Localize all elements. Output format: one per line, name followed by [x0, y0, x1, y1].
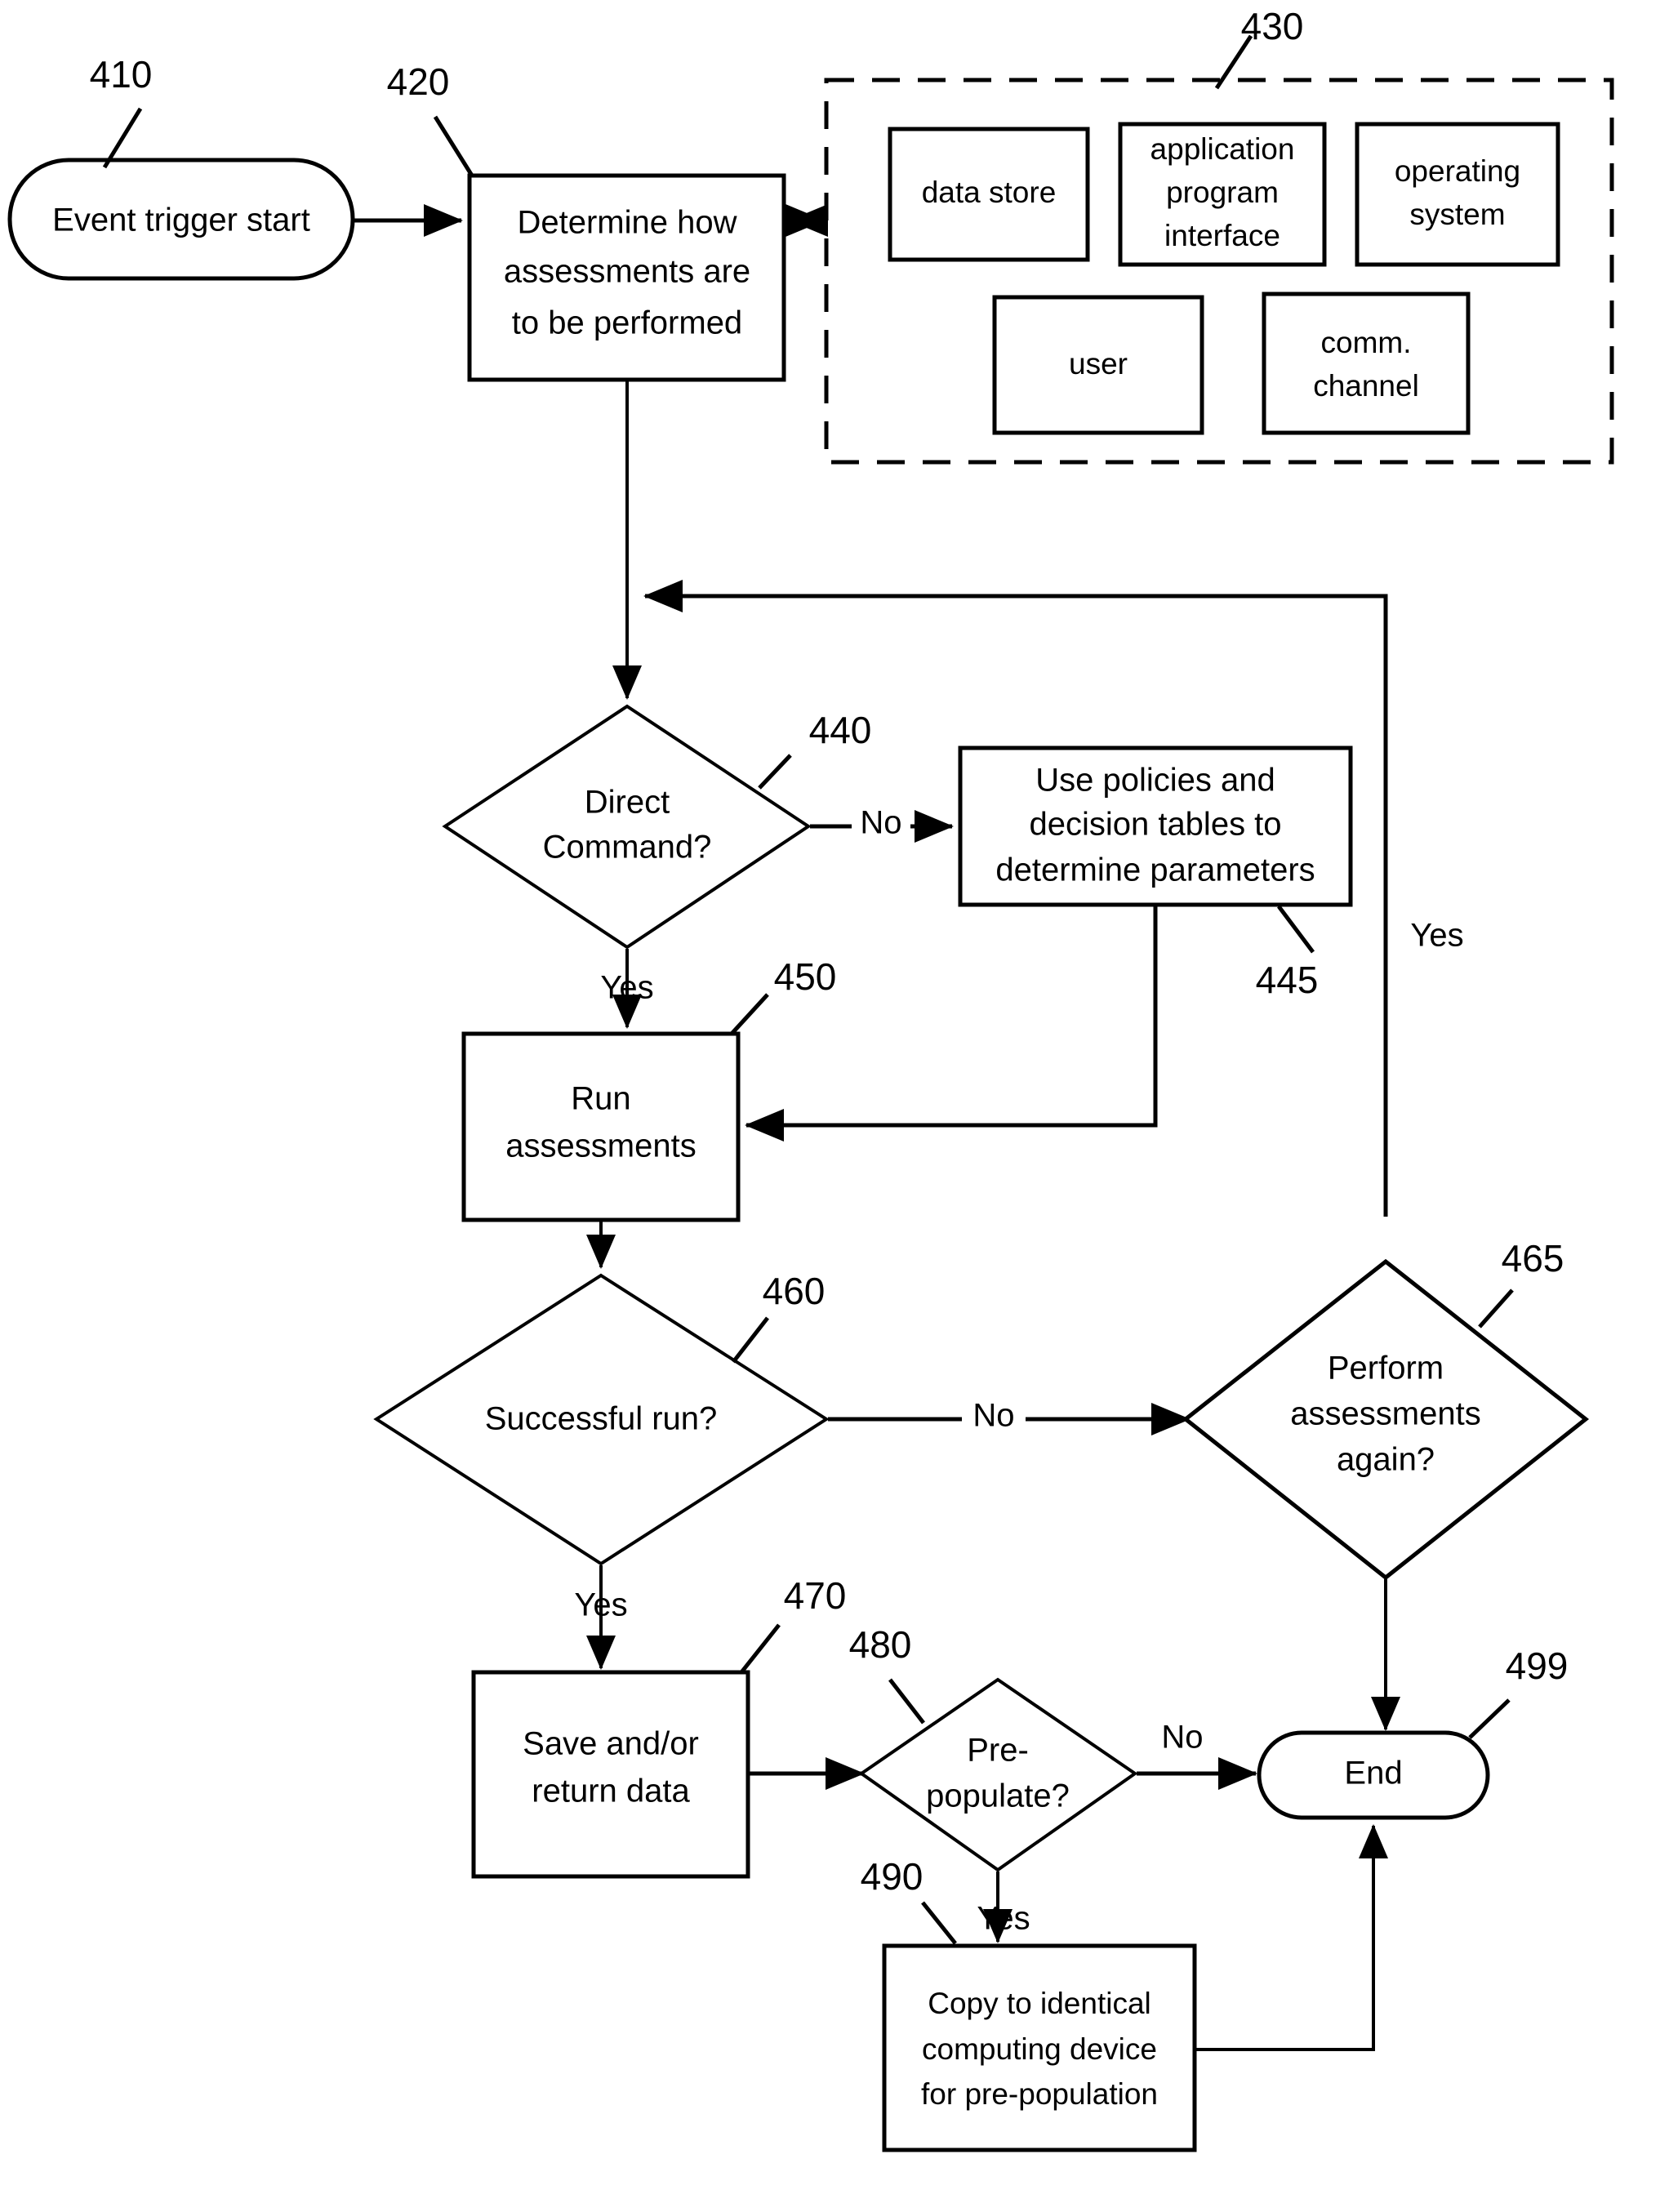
edge-pre-populate-yes: Yes [977, 1872, 1030, 1943]
ref-480-leader: 480 [849, 1623, 925, 1725]
edge-use-policies-to-run-assessments [744, 906, 1158, 1142]
perform-again-label-line1: Perform [1328, 1351, 1444, 1386]
comm-channel-label-line1: comm. [1321, 326, 1412, 359]
context-group-container: 430 data store application program inter… [824, 5, 1614, 465]
ref-420-leader: 420 [387, 60, 474, 177]
direct-command-yes-label: Yes [600, 970, 653, 1006]
edge-pre-populate-no: No [1137, 1720, 1258, 1790]
node-save-return-data[interactable]: Save and/or return data [471, 1670, 750, 1879]
node-perform-assessments-again[interactable]: Perform assessments again? [1182, 1258, 1590, 1581]
ref-460-label: 460 [763, 1270, 826, 1312]
successful-run-yes-label: Yes [574, 1587, 627, 1623]
comm-channel-label-line2: channel [1313, 369, 1419, 403]
ref-410-leader: 410 [90, 53, 153, 169]
operating-system-label-line1: operating [1395, 154, 1520, 188]
node-copy-identical-device[interactable]: Copy to identical computing device for p… [882, 1943, 1197, 2152]
perform-again-yes-label: Yes [1410, 918, 1463, 954]
save-return-label-line2: return data [532, 1774, 690, 1809]
direct-command-no-label-top: No [860, 805, 901, 841]
run-assessments-label-line1: Run [571, 1081, 630, 1117]
ref-440-leader: 440 [758, 709, 872, 790]
copy-device-label-line1: Copy to identical [928, 1987, 1151, 2020]
ref-499-label: 499 [1506, 1645, 1569, 1687]
successful-run-label: Successful run? [485, 1401, 718, 1437]
end-label: End [1344, 1756, 1402, 1791]
comm-channel-box [1262, 292, 1471, 435]
ref-470-label: 470 [784, 1574, 847, 1617]
operating-system-label-line2: system [1409, 198, 1505, 231]
run-assessments-rect-shape [461, 1031, 741, 1222]
context-item-user[interactable]: user [992, 295, 1204, 435]
node-use-policies[interactable]: Use policies and decision tables to dete… [958, 745, 1353, 907]
pre-populate-yes-label: Yes [977, 1901, 1030, 1937]
edge-successful-run-yes: Yes [574, 1565, 628, 1670]
edge-direct-command-no: No No [810, 805, 955, 844]
use-policies-label-line1: Use policies and [1035, 763, 1275, 799]
ref-465-leader: 465 [1478, 1237, 1564, 1329]
start-label: Event trigger start [52, 203, 310, 238]
context-item-data-store[interactable]: data store [888, 127, 1090, 262]
edge-successful-run-no: No [828, 1398, 1191, 1440]
ref-445-label: 445 [1256, 959, 1319, 1001]
context-item-comm-channel[interactable]: comm. channel [1262, 292, 1471, 435]
api-label-line1: application [1150, 132, 1295, 166]
flowchart-svg: Event trigger start 410 Determine how as… [7, 5, 1614, 2152]
copy-device-label-line2: computing device [922, 2032, 1157, 2066]
data-store-label: data store [922, 176, 1057, 209]
node-pre-populate[interactable]: Pre- populate? [858, 1677, 1138, 1872]
use-policies-label-line3: determine parameters [995, 852, 1315, 888]
run-assessments-label-line2: assessments [505, 1128, 696, 1164]
node-run-assessments[interactable]: Run assessments [461, 1031, 741, 1222]
direct-command-label-line1: Direct [585, 785, 670, 821]
pre-populate-label-line2: populate? [926, 1778, 1070, 1814]
successful-run-no-label: No [972, 1398, 1014, 1434]
pre-populate-diamond-shape [858, 1677, 1138, 1872]
ref-430-label: 430 [1241, 5, 1304, 47]
perform-again-label-line2: assessments [1290, 1396, 1480, 1432]
determine-label-line2: assessments are [504, 254, 750, 290]
api-label-line3: interface [1164, 219, 1280, 252]
node-determine-assessments[interactable]: Determine how assessments are to be perf… [467, 173, 786, 382]
context-item-operating-system[interactable]: operating system [1355, 122, 1560, 267]
node-end[interactable]: End [1257, 1730, 1490, 1820]
direct-command-label-line2: Command? [543, 830, 712, 866]
ref-410-label: 410 [90, 53, 153, 96]
node-event-trigger-start[interactable]: Event trigger start [7, 158, 355, 281]
ref-499-leader: 499 [1468, 1645, 1569, 1739]
edge-copy-device-to-end [1196, 1824, 1388, 2051]
figure-canvas: Event trigger start 410 Determine how as… [0, 0, 1669, 2212]
ref-470-leader: 470 [740, 1574, 847, 1674]
ref-450-label: 450 [774, 955, 837, 998]
direct-command-diamond-shape [442, 704, 812, 950]
ref-480-label: 480 [849, 1623, 912, 1666]
perform-again-label-line3: again? [1337, 1442, 1435, 1478]
context-item-application-program-interface[interactable]: application program interface [1118, 122, 1327, 267]
pre-populate-no-label: No [1161, 1720, 1203, 1756]
ref-460-leader: 460 [732, 1270, 826, 1364]
save-return-label-line1: Save and/or [523, 1726, 699, 1762]
api-label-line2: program [1166, 176, 1279, 209]
determine-label-line1: Determine how [517, 205, 737, 241]
determine-label-line3: to be performed [512, 305, 742, 341]
ref-445-leader: 445 [1256, 905, 1319, 1001]
node-direct-command[interactable]: Direct Command? [442, 704, 812, 950]
pre-populate-label-line1: Pre- [967, 1733, 1029, 1769]
ref-420-label: 420 [387, 60, 450, 103]
user-label: user [1069, 347, 1128, 381]
copy-device-label-line3: for pre-population [921, 2077, 1158, 2111]
ref-490-label: 490 [861, 1855, 924, 1898]
operating-system-box [1355, 122, 1560, 267]
ref-440-label: 440 [809, 709, 872, 751]
use-policies-label-line2: decision tables to [1029, 807, 1281, 843]
node-successful-run[interactable]: Successful run? [373, 1273, 830, 1566]
edge-direct-command-yes: Yes [600, 949, 654, 1029]
ref-490-leader: 490 [861, 1855, 957, 1945]
ref-465-label: 465 [1502, 1237, 1564, 1280]
ref-450-leader: 450 [730, 955, 837, 1035]
